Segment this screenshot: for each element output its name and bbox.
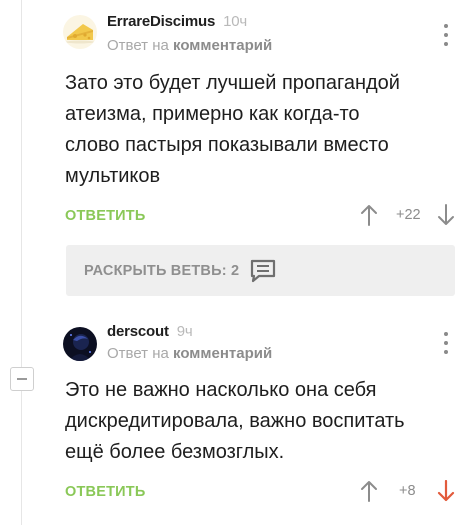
upvote-arrow-icon[interactable] bbox=[360, 204, 378, 226]
cheese-avatar-icon[interactable] bbox=[63, 15, 97, 49]
reply-button[interactable]: ОТВЕТИТЬ bbox=[65, 208, 145, 224]
vote-count: +22 bbox=[396, 207, 421, 223]
reply-to-line: Ответ на комментарий bbox=[107, 37, 272, 54]
comments-icon bbox=[251, 259, 276, 282]
downvote-arrow-icon[interactable] bbox=[437, 480, 455, 502]
comment-time: 10ч bbox=[223, 13, 248, 30]
dark-avatar-icon[interactable] bbox=[63, 327, 97, 361]
upvote-arrow-icon[interactable] bbox=[360, 480, 378, 502]
reply-button[interactable]: ОТВЕТИТЬ bbox=[65, 484, 145, 500]
thread-line bbox=[21, 0, 22, 525]
comment-author[interactable]: ErrareDiscimus 10ч bbox=[107, 13, 247, 30]
more-options-icon[interactable] bbox=[443, 24, 449, 46]
collapse-thread-button[interactable] bbox=[10, 367, 34, 391]
expand-branch-button[interactable]: РАСКРЫТЬ ВЕТВЬ: 2 bbox=[66, 245, 455, 296]
downvote-arrow-icon[interactable] bbox=[437, 204, 455, 226]
author-name[interactable]: ErrareDiscimus bbox=[107, 13, 215, 30]
comment-text: Зато это будет лучшей пропагандой атеизм… bbox=[65, 72, 400, 187]
comment-author[interactable]: derscout 9ч bbox=[107, 323, 193, 340]
author-name[interactable]: derscout bbox=[107, 323, 169, 340]
reply-target-link[interactable]: комментарий bbox=[173, 345, 272, 362]
comment-text: Это не важно насколько она себя дискреди… bbox=[65, 379, 405, 463]
reply-target-link[interactable]: комментарий bbox=[173, 37, 272, 54]
reply-prefix: Ответ на bbox=[107, 37, 169, 54]
more-options-icon[interactable] bbox=[443, 332, 449, 354]
reply-to-line: Ответ на комментарий bbox=[107, 345, 272, 362]
comment-time: 9ч bbox=[176, 323, 193, 340]
reply-prefix: Ответ на bbox=[107, 345, 169, 362]
expand-branch-label: РАСКРЫТЬ ВЕТВЬ: 2 bbox=[84, 262, 240, 279]
vote-count: +8 bbox=[399, 483, 416, 499]
minus-icon bbox=[17, 378, 27, 380]
